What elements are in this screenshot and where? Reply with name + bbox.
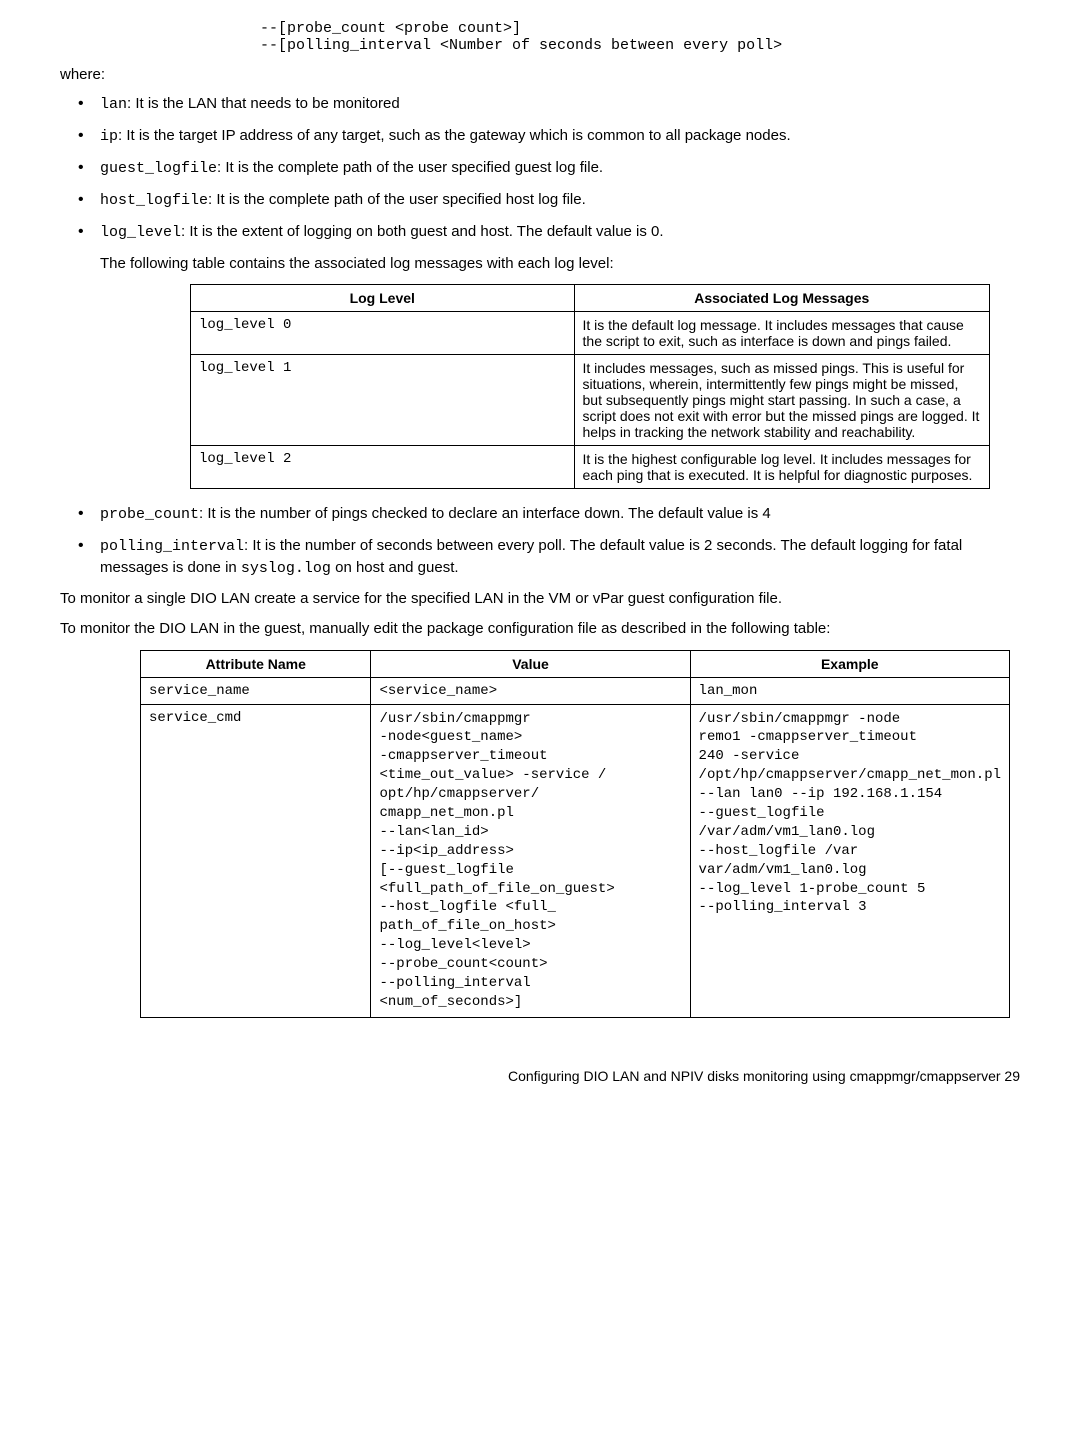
code-term: log_level <box>100 224 181 241</box>
bullet-list-2: probe_count: It is the number of pings c… <box>60 503 1020 579</box>
table-row: service_name <service_name> lan_mon <box>141 677 1010 704</box>
body-paragraph-2: To monitor the DIO LAN in the guest, man… <box>60 619 1020 639</box>
code-term: guest_logfile <box>100 160 217 177</box>
cell-attr-value: /usr/sbin/cmappmgr -node<guest_name> -cm… <box>371 704 690 1017</box>
list-item: probe_count: It is the number of pings c… <box>60 503 1020 525</box>
log-level-table: Log Level Associated Log Messages log_le… <box>190 284 990 489</box>
page-footer: Configuring DIO LAN and NPIV disks monit… <box>60 1068 1020 1084</box>
cell-level: log_level 0 <box>191 312 575 355</box>
body-paragraph-1: To monitor a single DIO LAN create a ser… <box>60 589 1020 609</box>
table-intro: The following table contains the associa… <box>60 253 1020 274</box>
code-block-header: --[probe_count <probe count>] --[polling… <box>260 20 1020 54</box>
cell-attr-name: service_name <box>141 677 371 704</box>
th-log-level: Log Level <box>191 285 575 312</box>
code-term: ip <box>100 128 118 145</box>
cell-value-multiline: /usr/sbin/cmappmgr -node<guest_name> -cm… <box>379 710 681 1012</box>
table-row: log_level 0 It is the default log messag… <box>191 312 990 355</box>
bullet-list-1: lan: It is the LAN that needs to be moni… <box>60 93 1020 243</box>
cell-msg: It is the default log message. It includ… <box>574 312 989 355</box>
list-item: polling_interval: It is the number of se… <box>60 535 1020 579</box>
code-term: polling_interval <box>100 538 244 555</box>
th-example: Example <box>690 650 1009 677</box>
cell-attr-name: service_cmd <box>141 704 371 1017</box>
bullet-text: on host and guest. <box>331 559 459 576</box>
code-term: host_logfile <box>100 192 208 209</box>
bullet-text: : It is the LAN that needs to be monitor… <box>127 95 400 112</box>
cell-example-multiline: /usr/sbin/cmappmgr -node remo1 -cmappser… <box>699 710 1001 918</box>
table-row: service_cmd /usr/sbin/cmappmgr -node<gue… <box>141 704 1010 1017</box>
bullet-text: : It is the complete path of the user sp… <box>217 159 603 176</box>
table-header-row: Attribute Name Value Example <box>141 650 1010 677</box>
bullet-text: : It is the number of pings checked to d… <box>199 505 771 522</box>
th-messages: Associated Log Messages <box>574 285 989 312</box>
attribute-table: Attribute Name Value Example service_nam… <box>140 650 1010 1018</box>
cell-attr-example: /usr/sbin/cmappmgr -node remo1 -cmappser… <box>690 704 1009 1017</box>
list-item: guest_logfile: It is the complete path o… <box>60 157 1020 179</box>
code-term: probe_count <box>100 506 199 523</box>
cell-level: log_level 2 <box>191 446 575 489</box>
cell-attr-value: <service_name> <box>371 677 690 704</box>
th-attrib-name: Attribute Name <box>141 650 371 677</box>
cell-level: log_level 1 <box>191 355 575 446</box>
table-row: log_level 2 It is the highest configurab… <box>191 446 990 489</box>
table-header-row: Log Level Associated Log Messages <box>191 285 990 312</box>
list-item: ip: It is the target IP address of any t… <box>60 125 1020 147</box>
table-row: log_level 1 It includes messages, such a… <box>191 355 990 446</box>
cell-msg: It is the highest configurable log level… <box>574 446 989 489</box>
bullet-text: : It is the target IP address of any tar… <box>118 127 791 144</box>
th-value: Value <box>371 650 690 677</box>
code-term: lan <box>100 96 127 113</box>
list-item: log_level: It is the extent of logging o… <box>60 221 1020 243</box>
cell-msg: It includes messages, such as missed pin… <box>574 355 989 446</box>
cell-attr-example: lan_mon <box>690 677 1009 704</box>
where-label: where: <box>60 66 1020 83</box>
code-term: syslog.log <box>241 560 331 577</box>
bullet-text: : It is the complete path of the user sp… <box>208 191 586 208</box>
list-item: host_logfile: It is the complete path of… <box>60 189 1020 211</box>
list-item: lan: It is the LAN that needs to be moni… <box>60 93 1020 115</box>
bullet-text: : It is the extent of logging on both gu… <box>181 223 664 240</box>
